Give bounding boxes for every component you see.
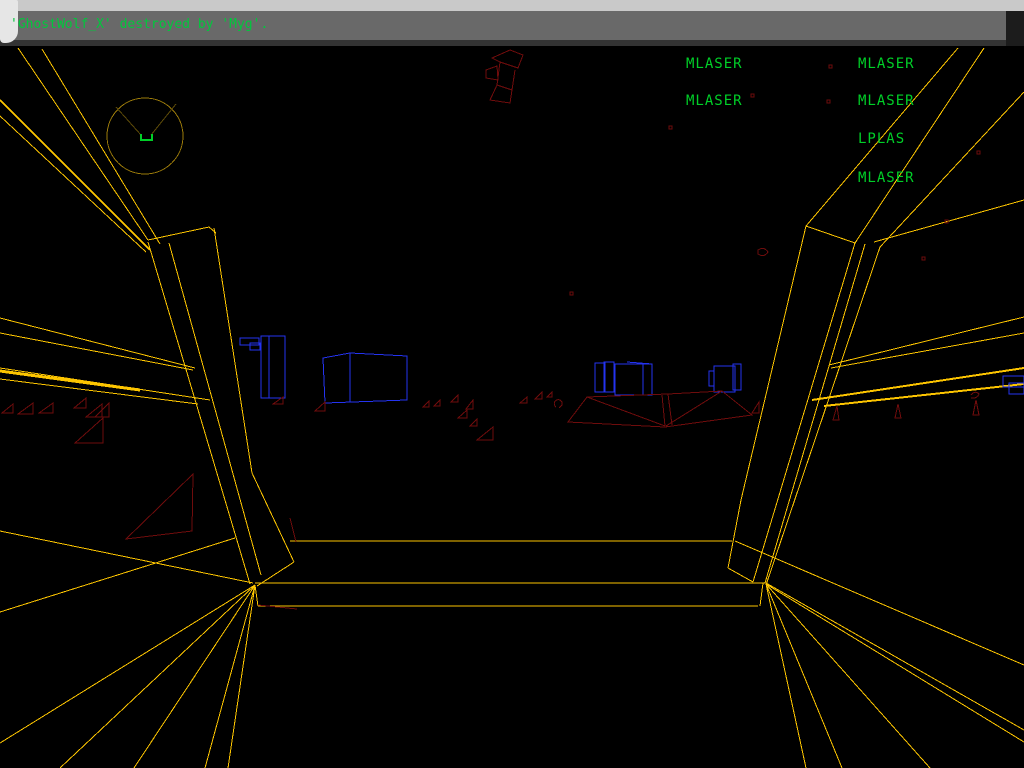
debris-dots: [570, 65, 980, 295]
weapon-label-right-3: LPLAS: [858, 131, 905, 147]
blue-ship-2: [323, 353, 407, 403]
cockpit-strut-left-upper: [0, 48, 209, 252]
cockpit-strut-right-mid: [812, 317, 1024, 406]
wreck-top-center: [486, 50, 523, 103]
debris-triangles-center: [423, 392, 562, 440]
game-viewport[interactable]: MLASER MLASER MLASER MLASER LPLAS MLASER: [0, 0, 1024, 768]
cockpit-strut-left-mid: [0, 318, 210, 404]
titlebar-bottom-edge: [0, 40, 1006, 46]
blue-ship-5: [709, 364, 741, 392]
cockpit-floor: [0, 531, 1024, 730]
cockpit-fan-right: [766, 584, 1024, 768]
cockpit-fan-left: [0, 585, 255, 768]
kill-message: 'GhostWolf_X' destroyed by 'Myg'.: [10, 17, 268, 32]
weapon-label-right-2: MLASER: [858, 93, 915, 109]
wireframe-scene: [0, 0, 1024, 768]
weapon-label-left-1: MLASER: [686, 56, 743, 72]
blue-ship-1: [240, 336, 285, 398]
targeting-reticle: [107, 98, 183, 174]
titlebar: 'GhostWolf_X' destroyed by 'Myg'.: [0, 0, 1024, 46]
cockpit-pillar-left: [148, 227, 294, 586]
terrain-wreckage: [568, 391, 759, 427]
debris-triangles-left: [2, 398, 193, 539]
lead-line-right: [151, 104, 176, 135]
cockpit-strut-right-upper: [806, 48, 1024, 247]
debris-near-pillar: [258, 397, 325, 609]
weapon-label-right-4: MLASER: [858, 170, 915, 186]
titlebar-top-strip: [0, 0, 1024, 11]
blue-ship-4: [615, 362, 652, 395]
titlebar-right-end: [1006, 11, 1024, 46]
cockpit-pillar-right: [728, 226, 880, 585]
weapon-label-right-1: MLASER: [858, 56, 915, 72]
target-bracket: [141, 134, 152, 140]
blue-ship-3: [595, 362, 614, 392]
lead-line-left: [116, 107, 141, 135]
weapon-label-left-2: MLASER: [686, 93, 743, 109]
